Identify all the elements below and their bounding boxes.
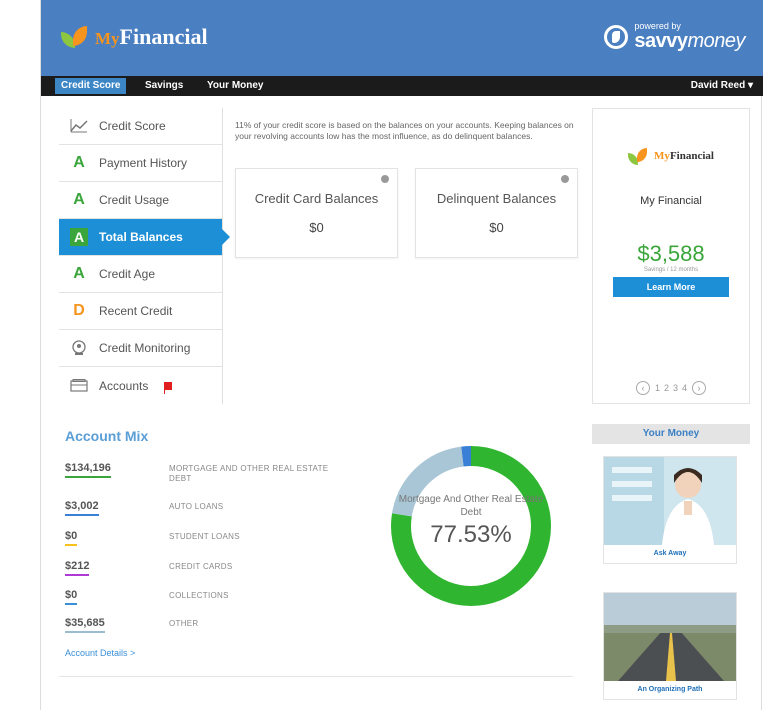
monitor-icon (59, 340, 99, 356)
grade-badge: D (73, 302, 85, 319)
mix-amount: $212 (65, 560, 90, 576)
article-caption: An Organizing Path (604, 681, 736, 699)
myfinancial-logo[interactable]: MyFinancial (61, 24, 208, 50)
info-icon[interactable] (561, 175, 569, 183)
header-bar: MyFinancial powered by savvymoney (41, 0, 763, 76)
promo-pager: ‹ 1 2 3 4 › (593, 381, 749, 395)
card-value: $0 (489, 220, 504, 235)
sidebar-item-label: Payment History (99, 156, 188, 170)
article-caption: Ask Away (604, 545, 736, 563)
delinquent-balances-card: Delinquent Balances $0 (415, 168, 578, 258)
page-1[interactable]: 1 (655, 383, 660, 393)
promo-logo-my: My (654, 150, 670, 162)
credit-card-balances-card: Credit Card Balances $0 (235, 168, 398, 258)
sidebar-item-recent-credit[interactable]: D Recent Credit (59, 293, 222, 330)
mix-label: AUTO LOANS (169, 502, 224, 511)
user-menu[interactable]: David Reed ▾ (691, 80, 753, 91)
grade-badge: A (73, 191, 85, 208)
card-icon (59, 379, 99, 392)
your-money-header: Your Money (592, 424, 750, 444)
grade-badge: A (73, 154, 85, 171)
credit-factors-sidebar: Credit Score A Payment History A Credit … (59, 108, 230, 404)
card-value: $0 (309, 220, 324, 235)
savvymoney-globe-icon (604, 24, 629, 49)
donut-label: Mortgage And Other Real Estate Debt (398, 494, 544, 518)
logo-my: My (95, 29, 120, 48)
mix-amount: $3,002 (65, 500, 99, 516)
sidebar-item-label: Accounts (99, 378, 149, 393)
brand-bold: savvy (634, 30, 688, 52)
top-nav: Credit Score Savings Your Money David Re… (41, 76, 763, 96)
article-card-ask-away[interactable]: Ask Away (603, 456, 737, 564)
mix-label: COLLECTIONS (169, 591, 229, 600)
balances-info-text: 11% of your credit score is based on the… (235, 120, 574, 141)
mix-row: $0 STUDENT LOANS (65, 530, 385, 554)
sidebar-item-credit-usage[interactable]: A Credit Usage (59, 182, 222, 219)
page-2[interactable]: 2 (664, 383, 669, 393)
mix-row: $212 CREDIT CARDS (65, 560, 385, 584)
card-title: Delinquent Balances (436, 191, 557, 206)
mix-label: CREDIT CARDS (169, 562, 233, 571)
mix-row: $35,685 OTHER (65, 617, 385, 641)
sidebar-item-payment-history[interactable]: A Payment History (59, 145, 222, 182)
tab-your-money[interactable]: Your Money (201, 78, 269, 94)
mix-label: MORTGAGE AND OTHER REAL ESTATE DEBT (169, 464, 329, 483)
tab-credit-score[interactable]: Credit Score (55, 78, 127, 94)
sidebar-item-credit-monitoring[interactable]: Credit Monitoring (59, 330, 222, 367)
page-3[interactable]: 3 (673, 383, 678, 393)
savings-promo-panel: MyFinancial My Financial $3,588 Savings … (592, 108, 750, 404)
mix-amount: $134,196 (65, 462, 111, 478)
card-title: Credit Card Balances (254, 191, 379, 206)
grade-badge: A (73, 265, 85, 282)
sidebar-item-credit-score[interactable]: Credit Score (59, 108, 222, 145)
leaf-logo-icon (628, 147, 650, 165)
mix-amount: $0 (65, 589, 78, 605)
article-image (604, 593, 736, 681)
article-card-organizing-path[interactable]: An Organizing Path (603, 592, 737, 700)
chart-icon (59, 119, 99, 133)
logo-name: Financial (119, 24, 208, 49)
mix-label: STUDENT LOANS (169, 532, 240, 541)
mix-row: $3,002 AUTO LOANS (65, 500, 385, 524)
donut-percent: 77.53% (430, 521, 512, 548)
brand-light: money (687, 30, 745, 52)
next-arrow-icon[interactable]: › (692, 381, 707, 395)
mix-row: $0 COLLECTIONS (65, 589, 385, 613)
promo-logo-name: Financial (669, 150, 714, 162)
page-4[interactable]: 4 (682, 383, 687, 393)
grade-badge: A (70, 227, 88, 246)
sidebar-item-label: Credit Usage (99, 193, 170, 207)
sidebar-item-accounts[interactable]: Accounts (59, 367, 222, 404)
promo-savings-amount: $3,588 (637, 241, 705, 266)
donut-center-text: Mortgage And Other Real Estate Debt 77.5… (387, 494, 555, 549)
leaf-logo-icon (61, 24, 91, 50)
powered-by-savvymoney: powered by savvymoney (604, 22, 745, 51)
sidebar-item-label: Credit Age (99, 267, 156, 281)
mix-amount: $0 (65, 530, 78, 546)
account-mix-title: Account Mix (65, 428, 149, 444)
prev-arrow-icon[interactable]: ‹ (635, 381, 650, 395)
mix-label: OTHER (169, 619, 199, 628)
sidebar-item-label: Total Balances (99, 230, 183, 244)
mix-amount: $35,685 (65, 617, 105, 633)
tab-savings[interactable]: Savings (139, 78, 189, 94)
promo-logo: MyFinancial (593, 147, 749, 165)
learn-more-button[interactable]: Learn More (613, 277, 729, 297)
alert-flag-icon (164, 381, 173, 394)
sidebar-item-label: Recent Credit (99, 304, 173, 318)
promo-name: My Financial (640, 195, 702, 207)
info-icon[interactable] (381, 175, 389, 183)
sidebar-item-label: Credit Score (99, 119, 166, 133)
article-image (604, 457, 736, 545)
divider (59, 676, 573, 677)
account-details-link[interactable]: Account Details > (65, 648, 135, 658)
mix-row: $134,196 MORTGAGE AND OTHER REAL ESTATE … (65, 462, 385, 486)
app-window: MyFinancial powered by savvymoney Credit… (40, 0, 763, 710)
sidebar-item-credit-age[interactable]: A Credit Age (59, 256, 222, 293)
sidebar-item-total-balances[interactable]: A Total Balances (59, 219, 230, 256)
promo-savings-sub: Savings / 12 months (643, 267, 699, 273)
sidebar-item-label: Credit Monitoring (99, 341, 191, 355)
